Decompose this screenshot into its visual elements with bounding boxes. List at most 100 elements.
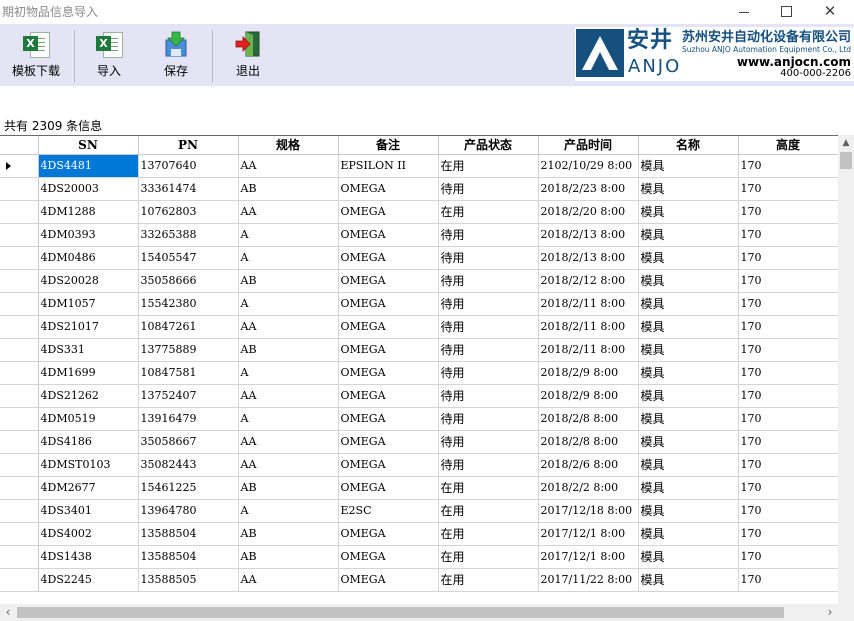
grid-cell[interactable]: AA	[238, 384, 339, 408]
close-button[interactable]: ✕	[808, 0, 852, 22]
grid-cell[interactable]: 2018/2/13 8:00	[538, 246, 639, 270]
row-header[interactable]	[0, 223, 39, 247]
grid-cell[interactable]: 4DS3401	[38, 499, 139, 523]
grid-cell[interactable]: 10762803	[138, 200, 239, 224]
grid-cell[interactable]: 2018/2/23 8:00	[538, 177, 639, 201]
row-header[interactable]	[0, 292, 39, 316]
grid-cell[interactable]: 模具	[638, 545, 739, 569]
maximize-button[interactable]	[764, 0, 808, 22]
grid-cell[interactable]: 15405547	[138, 246, 239, 270]
grid-cell[interactable]: 4DS4481	[38, 154, 139, 178]
grid-cell[interactable]: 13588505	[138, 568, 239, 592]
grid-cell[interactable]: 13752407	[138, 384, 239, 408]
table-row[interactable]: 4DS20028 35058666 AB OMEGA 待用 2018/2/12 8:00 模…	[0, 269, 838, 293]
column-header[interactable]: 高度	[738, 136, 838, 155]
grid-cell[interactable]: OMEGA	[338, 246, 439, 270]
grid-cell[interactable]: OMEGA	[338, 476, 439, 500]
column-header[interactable]: 产品状态	[438, 136, 539, 155]
grid-cell[interactable]: OMEGA	[338, 177, 439, 201]
grid-cell[interactable]: 4DS20003	[38, 177, 139, 201]
grid-cell[interactable]: 在用	[438, 522, 539, 546]
grid-cell[interactable]: 4DS4186	[38, 430, 139, 454]
row-header[interactable]	[0, 315, 39, 339]
grid-cell[interactable]: OMEGA	[338, 407, 439, 431]
grid-cell[interactable]: 13775889	[138, 338, 239, 362]
grid-cell[interactable]: 4DM0486	[38, 246, 139, 270]
grid-cell[interactable]: 模具	[638, 223, 739, 247]
grid-cell[interactable]: 170	[738, 453, 838, 477]
grid-cell[interactable]: 模具	[638, 338, 739, 362]
vertical-scrollbar[interactable]: ▲	[838, 135, 854, 604]
table-row[interactable]: 4DS1438 13588504 AB OMEGA 在用 2017/12/1 8:00 模具…	[0, 545, 838, 569]
grid-cell[interactable]: 模具	[638, 384, 739, 408]
row-header[interactable]	[0, 200, 39, 224]
grid-cell[interactable]: 待用	[438, 338, 539, 362]
grid-cell[interactable]: 模具	[638, 292, 739, 316]
grid-cell[interactable]: 在用	[438, 154, 539, 178]
grid-cell[interactable]: AA	[238, 430, 339, 454]
grid-cell[interactable]: 2018/2/8 8:00	[538, 430, 639, 454]
grid-cell[interactable]: 4DS20028	[38, 269, 139, 293]
grid-cell[interactable]: 4DM0393	[38, 223, 139, 247]
row-header[interactable]	[0, 407, 39, 431]
grid-cell[interactable]: 2018/2/9 8:00	[538, 361, 639, 385]
table-row[interactable]: 4DM1699 10847581 A OMEGA 待用 2018/2/9 8:00 模具 17…	[0, 361, 838, 385]
grid-cell[interactable]: 15542380	[138, 292, 239, 316]
grid-cell[interactable]: OMEGA	[338, 315, 439, 339]
import-button[interactable]: X 导入	[95, 30, 123, 84]
row-header[interactable]	[0, 476, 39, 500]
grid-cell[interactable]: 170	[738, 522, 838, 546]
row-header[interactable]	[0, 269, 39, 293]
grid-cell[interactable]: 170	[738, 407, 838, 431]
grid-cell[interactable]: 2018/2/9 8:00	[538, 384, 639, 408]
grid-cell[interactable]: 待用	[438, 430, 539, 454]
grid-cell[interactable]: OMEGA	[338, 568, 439, 592]
scroll-left-icon[interactable]: ‹	[0, 604, 16, 621]
scroll-up-icon[interactable]: ▲	[838, 135, 854, 151]
grid-cell[interactable]: 待用	[438, 407, 539, 431]
column-header[interactable]: 产品时间	[538, 136, 639, 155]
grid-cell[interactable]: 模具	[638, 315, 739, 339]
grid-cell[interactable]: AA	[238, 568, 339, 592]
grid-cell[interactable]: 10847581	[138, 361, 239, 385]
table-row[interactable]: 4DS4186 35058667 AA OMEGA 待用 2018/2/8 8:00 模具 1…	[0, 430, 838, 454]
grid-cell[interactable]: 4DS4002	[38, 522, 139, 546]
grid-cell[interactable]: 待用	[438, 177, 539, 201]
grid-cell[interactable]: 13588504	[138, 522, 239, 546]
grid-cell[interactable]: 170	[738, 177, 838, 201]
template-download-button[interactable]: X 模板下载	[12, 30, 60, 84]
grid-cell[interactable]: 在用	[438, 568, 539, 592]
grid-cell[interactable]: 170	[738, 246, 838, 270]
table-row[interactable]: 4DMST0103 35082443 AA OMEGA 待用 2018/2/6 8:00 模…	[0, 453, 838, 477]
grid-cell[interactable]: 2018/2/11 8:00	[538, 292, 639, 316]
grid-cell[interactable]: 待用	[438, 223, 539, 247]
grid-cell[interactable]: 2017/12/1 8:00	[538, 522, 639, 546]
grid-cell[interactable]: 2017/12/18 8:00	[538, 499, 639, 523]
grid-cell[interactable]: 待用	[438, 269, 539, 293]
grid-cell[interactable]: 模具	[638, 499, 739, 523]
grid-cell[interactable]: 在用	[438, 200, 539, 224]
grid-cell[interactable]: AA	[238, 200, 339, 224]
grid-cell[interactable]: 待用	[438, 315, 539, 339]
grid-cell[interactable]: 在用	[438, 545, 539, 569]
column-header[interactable]: 备注	[338, 136, 439, 155]
grid-cell[interactable]: 待用	[438, 246, 539, 270]
grid-cell[interactable]: 2018/2/6 8:00	[538, 453, 639, 477]
row-header[interactable]	[0, 384, 39, 408]
row-header[interactable]	[0, 361, 39, 385]
row-header[interactable]	[0, 453, 39, 477]
grid-cell[interactable]: AB	[238, 545, 339, 569]
grid-cell[interactable]: 4DS21262	[38, 384, 139, 408]
column-header[interactable]: SN	[38, 136, 139, 155]
grid-cell[interactable]: 模具	[638, 246, 739, 270]
grid-cell[interactable]: OMEGA	[338, 338, 439, 362]
grid-cell[interactable]: A	[238, 246, 339, 270]
row-header[interactable]	[0, 338, 39, 362]
grid-cell[interactable]: 170	[738, 200, 838, 224]
grid-cell[interactable]: 33265388	[138, 223, 239, 247]
grid-cell[interactable]: 170	[738, 476, 838, 500]
table-row[interactable]: 4DS21262 13752407 AA OMEGA 待用 2018/2/9 8:00 模具…	[0, 384, 838, 408]
table-row[interactable]: 4DS21017 10847261 AA OMEGA 待用 2018/2/11 8:00 模…	[0, 315, 838, 339]
grid-cell[interactable]: 13707640	[138, 154, 239, 178]
table-row[interactable]: 4DM1057 15542380 A OMEGA 待用 2018/2/11 8:00 模具 1…	[0, 292, 838, 316]
